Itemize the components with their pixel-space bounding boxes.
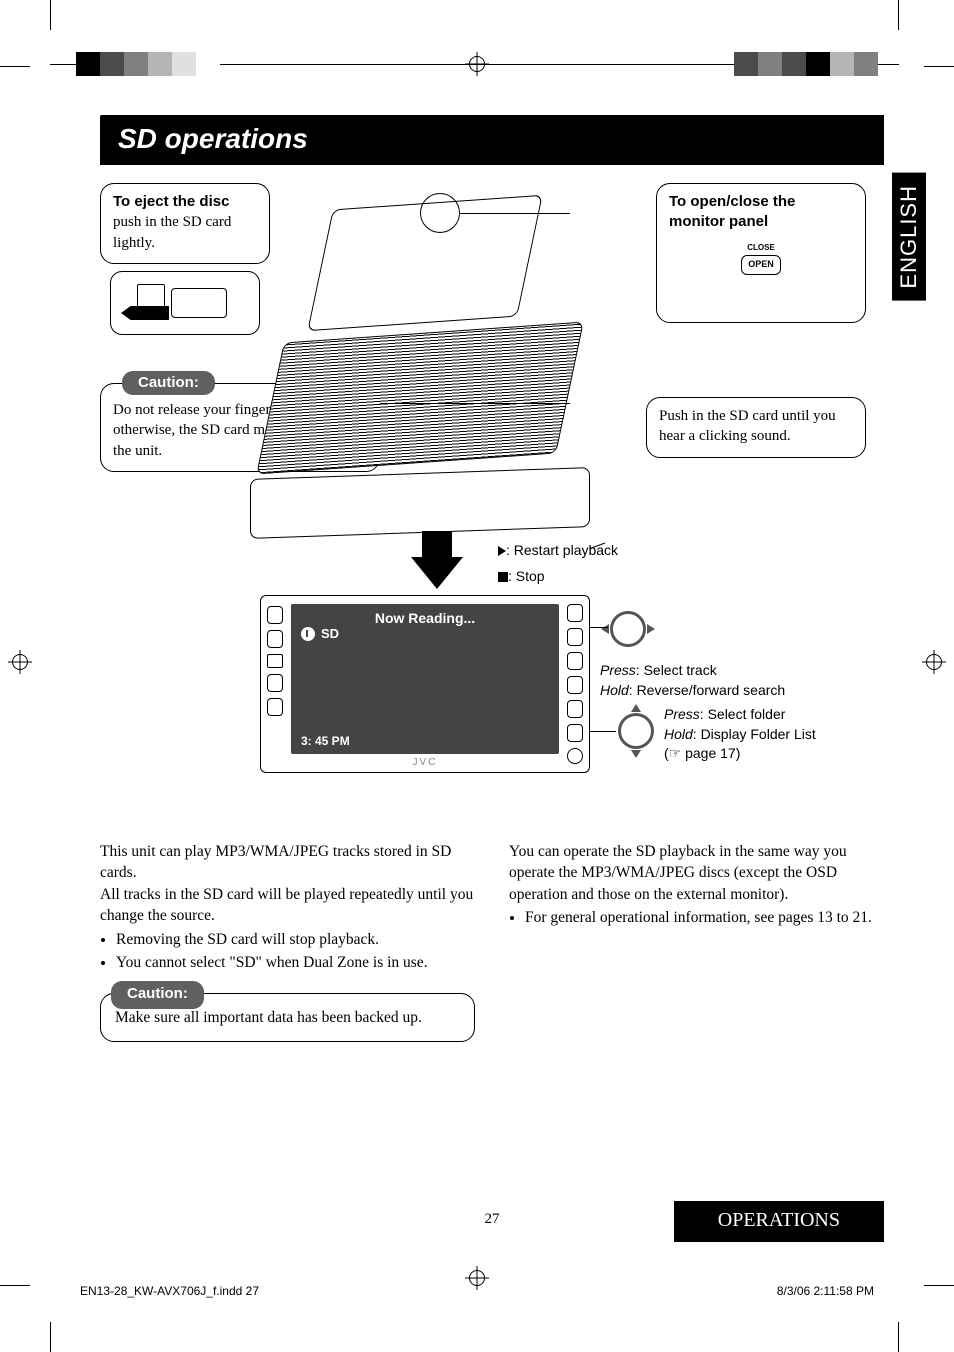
color-bar-left [76, 52, 220, 76]
body-left-p1: This unit can play MP3/WMA/JPEG tracks s… [100, 841, 475, 884]
legend-stop: : Stop [498, 567, 545, 587]
body-left-li2: You cannot select "SD" when Dual Zone is… [116, 952, 475, 973]
imprint-line: EN13-28_KW-AVX706J_f.indd 27 8/3/06 2:11… [80, 1284, 874, 1298]
color-bar-right [734, 52, 878, 76]
device-side-button[interactable] [567, 604, 583, 622]
note-icon [301, 627, 315, 641]
caution-lower: Caution: Make sure all important data ha… [100, 993, 475, 1042]
device-side-button[interactable] [267, 630, 283, 648]
leader-line [380, 403, 570, 404]
page-content: SD operations ENGLISH To eject the disc … [100, 115, 884, 1242]
crop-mark [924, 66, 954, 67]
device-side-button[interactable] [267, 698, 283, 716]
body-columns: This unit can play MP3/WMA/JPEG tracks s… [100, 841, 884, 1042]
device-left-icons [267, 606, 283, 716]
device-right-icons [567, 604, 583, 764]
monitor-illustration-bottom [250, 467, 590, 539]
device-side-button[interactable] [567, 724, 583, 742]
legend-folder: Press: Select folder Hold: Display Folde… [664, 705, 816, 764]
crop-mark [0, 1285, 30, 1286]
arrow-left-icon [121, 306, 169, 320]
register-mark-icon [8, 650, 32, 679]
nav-ring-track[interactable] [610, 611, 646, 647]
imprint-stamp: 8/3/06 2:11:58 PM [777, 1284, 874, 1298]
device-side-button[interactable] [267, 674, 283, 692]
arrow-down-icon [411, 557, 463, 589]
body-left-p2: All tracks in the SD card will be played… [100, 884, 475, 927]
callout-push-in: Push in the SD card until you hear a cli… [646, 397, 866, 458]
arrow-down-icon [422, 531, 452, 559]
device-side-button[interactable] [567, 700, 583, 718]
play-icon [498, 546, 506, 556]
monitor-illustration-mid [256, 322, 584, 475]
leader-line [590, 627, 608, 628]
crop-mark [898, 1322, 899, 1352]
callout-open-close-title: To open/close the monitor panel [669, 192, 853, 233]
body-right-li1: For general operational information, see… [525, 907, 884, 928]
section-label: OPERATIONS [674, 1201, 884, 1242]
stop-icon [498, 572, 508, 582]
screen-time: 3: 45 PM [301, 734, 350, 748]
body-right-p1: You can operate the SD playback in the s… [509, 841, 884, 905]
imprint-file: EN13-28_KW-AVX706J_f.indd 27 [80, 1284, 259, 1298]
crop-mark [0, 66, 30, 67]
open-btn-top-label: CLOSE [669, 243, 853, 254]
callout-eject-title: To eject the disc [113, 192, 257, 212]
device-side-button[interactable] [567, 652, 583, 670]
open-close-button[interactable]: OPEN [741, 255, 781, 275]
magnifier-circle [420, 193, 460, 233]
screen-now-reading: Now Reading... [291, 610, 559, 626]
nav-ring-folder[interactable] [618, 713, 654, 749]
device-side-button[interactable] [567, 748, 583, 764]
callout-eject: To eject the disc push in the SD card li… [100, 183, 270, 264]
caution-lower-body: Make sure all important data has been ba… [115, 1008, 460, 1029]
legend-track: Press: Select track Hold: Reverse/forwar… [600, 661, 785, 700]
crop-mark [924, 1285, 954, 1286]
screen-source: SD [301, 626, 339, 641]
callout-open-close: To open/close the monitor panel CLOSE OP… [656, 183, 866, 323]
device-side-button[interactable] [567, 628, 583, 646]
body-left-li1: Removing the SD card will stop playback. [116, 929, 475, 950]
body-col-right: You can operate the SD playback in the s… [509, 841, 884, 1042]
body-col-left: This unit can play MP3/WMA/JPEG tracks s… [100, 841, 475, 1042]
crop-mark [898, 0, 899, 30]
callout-push-in-text: Push in the SD card until you hear a cli… [659, 408, 836, 444]
crop-mark [50, 0, 51, 30]
device-side-button[interactable] [267, 606, 283, 624]
caution-pill-top: Caution: [122, 371, 215, 395]
caution-pill-lower: Caution: [111, 981, 204, 1008]
register-mark-icon [922, 650, 946, 679]
leader-line [460, 213, 570, 214]
page-footer: 27 OPERATIONS [100, 1192, 884, 1242]
device-screen: Now Reading... SD 3: 45 PM JVC [291, 604, 559, 754]
page-number: 27 [485, 1211, 500, 1228]
leader-line [590, 731, 616, 732]
brand-label: JVC [291, 757, 559, 768]
register-mark-icon [465, 52, 489, 76]
language-tab: ENGLISH [892, 173, 926, 301]
device-side-button[interactable] [267, 654, 283, 668]
sd-eject-illustration [110, 271, 260, 335]
diagram: To eject the disc push in the SD card li… [100, 183, 884, 823]
device-frame: Now Reading... SD 3: 45 PM JVC [260, 595, 590, 773]
crop-mark [50, 1322, 51, 1352]
page-title: SD operations [100, 115, 884, 165]
device-side-button[interactable] [567, 676, 583, 694]
callout-eject-body: push in the SD card lightly. [113, 212, 257, 253]
